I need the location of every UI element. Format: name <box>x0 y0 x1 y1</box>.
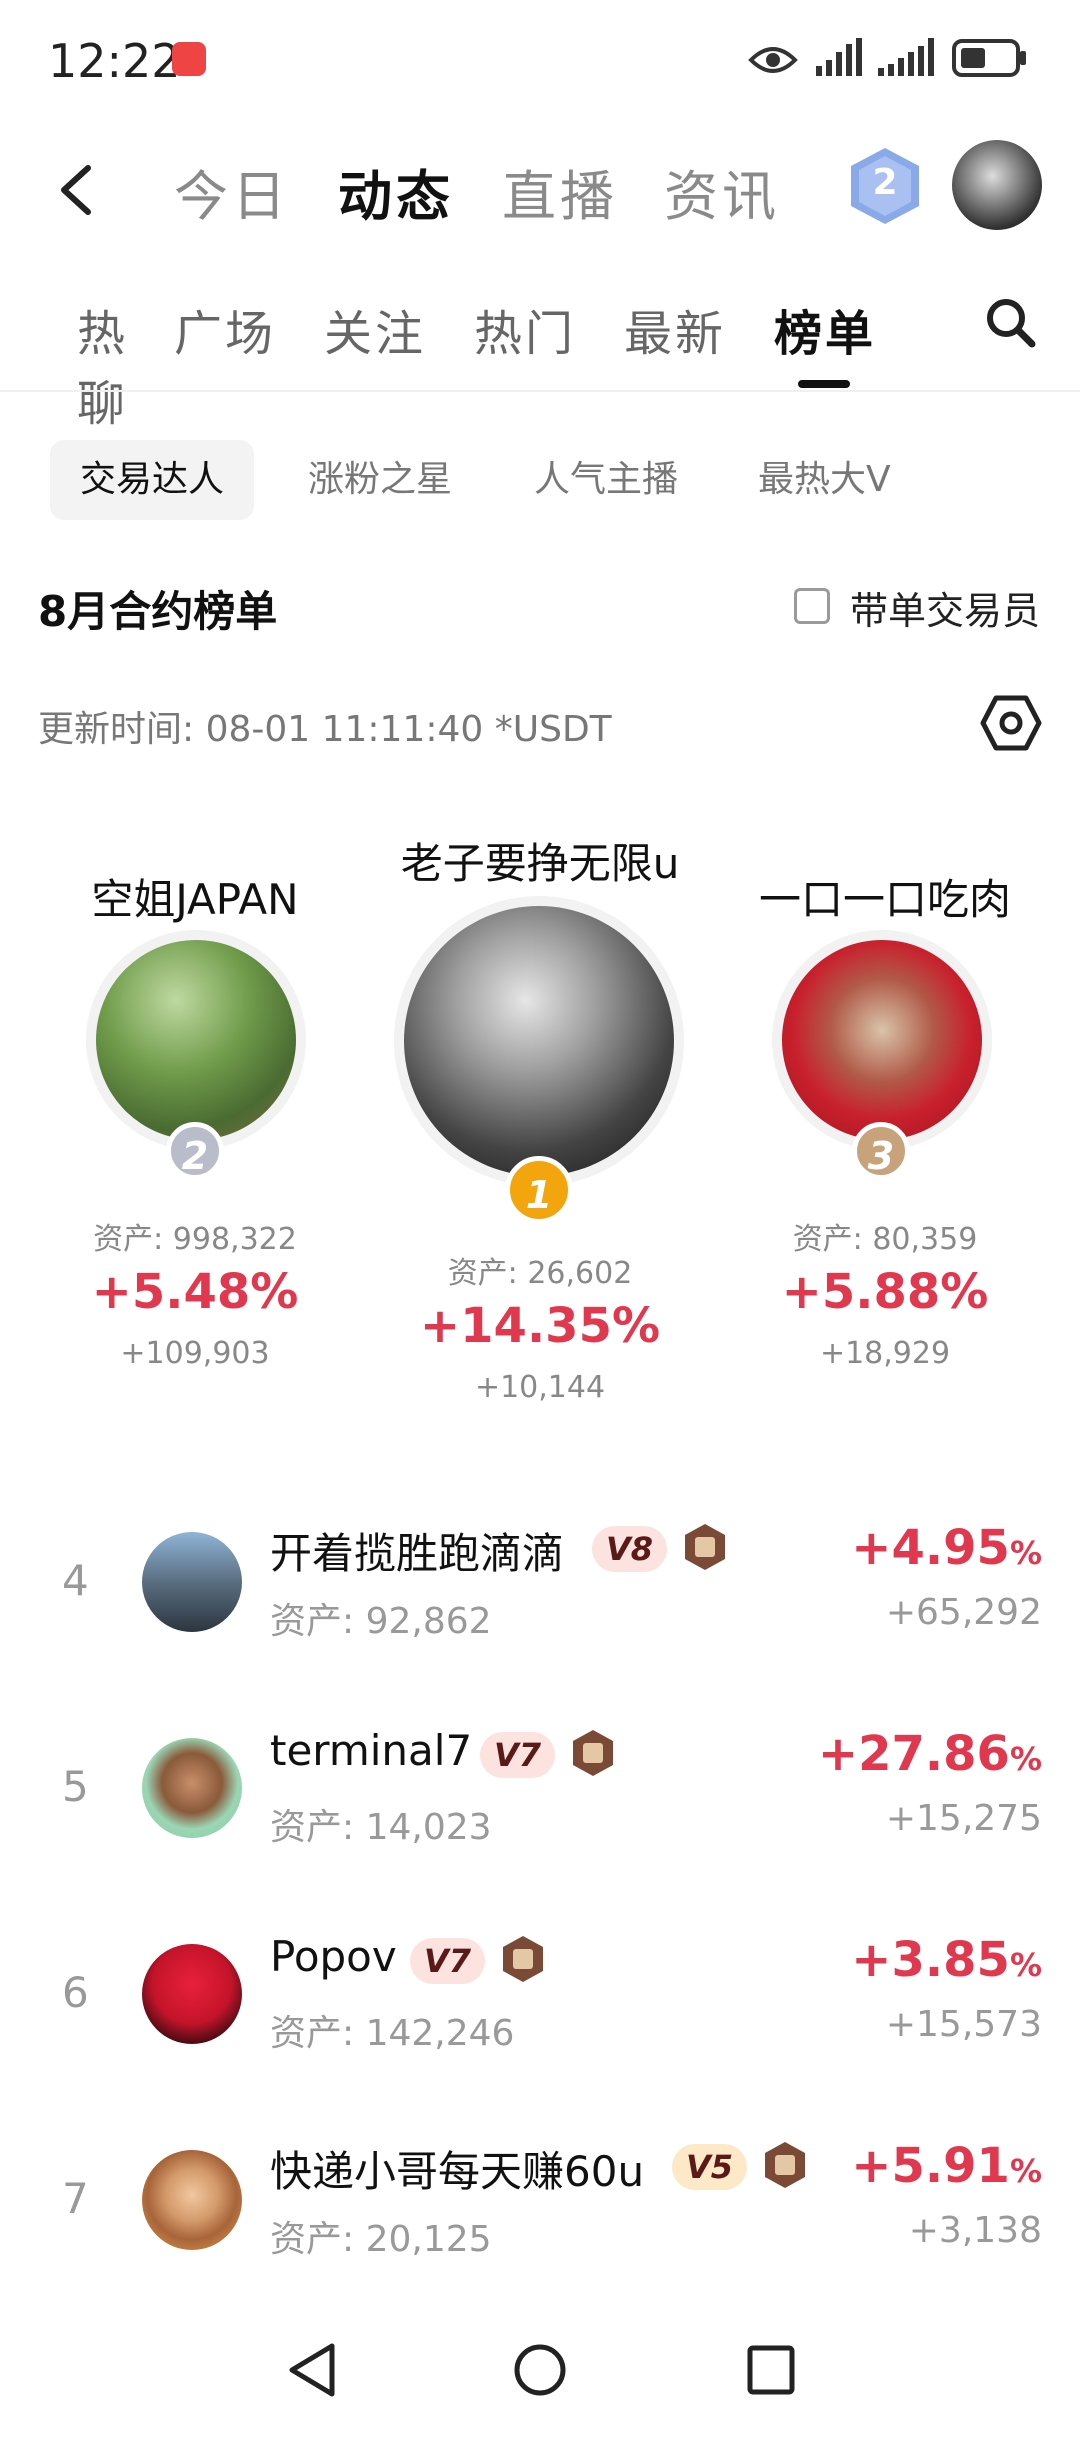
eye-icon <box>748 47 798 73</box>
app-notification-icon <box>172 42 206 76</box>
tab-today[interactable]: 今日 <box>174 152 290 231</box>
row-avatar[interactable] <box>142 1738 242 1838</box>
row-asset: 资产: 92,862 <box>270 1601 492 1642</box>
row-pct-value: +3.85 <box>851 1932 1010 1988</box>
header-divider <box>0 390 1080 392</box>
rank-1-badge: 1 <box>505 1156 573 1224</box>
row-name[interactable]: 快递小哥每天赚60u <box>270 2138 644 2199</box>
podium-1-avatar[interactable] <box>404 906 674 1176</box>
podium-3-avatar[interactable] <box>782 940 982 1140</box>
rank-3-badge: 3 <box>852 1122 910 1180</box>
back-arrow-icon[interactable] <box>54 160 100 220</box>
board-title: 8月合约榜单 <box>38 587 278 636</box>
medal-hex-icon <box>685 1524 725 1570</box>
copy-trader-checkbox[interactable] <box>794 588 830 624</box>
subtab-leaderboard[interactable]: 榜单 <box>774 294 876 364</box>
level-badge[interactable]: 2 <box>848 146 922 226</box>
signal-icon-2 <box>878 38 934 76</box>
row-pct-value: +5.91 <box>851 2138 1010 2194</box>
medal-hex-icon <box>765 2142 805 2188</box>
subtab-latest[interactable]: 最新 <box>624 294 726 364</box>
podium-2-name[interactable]: 空姐JAPAN <box>40 866 350 927</box>
row-pct-unit: % <box>1009 1740 1042 1778</box>
vip-badge: V8 <box>592 1526 668 1572</box>
row-asset: 资产: 14,023 <box>270 1807 492 1848</box>
row-rank: 6 <box>62 1968 89 2017</box>
row-rank: 5 <box>62 1762 89 1811</box>
row-name[interactable]: Popov <box>270 1932 397 1981</box>
battery-icon <box>952 39 1026 77</box>
tab-live[interactable]: 直播 <box>502 152 618 231</box>
podium-1-name[interactable]: 老子要挣无限u <box>370 830 710 891</box>
podium-2-pct: +5.48% <box>91 1264 299 1320</box>
podium-1-pnl: +10,144 <box>474 1370 606 1405</box>
subtab-follow[interactable]: 关注 <box>324 294 426 364</box>
podium-3-name[interactable]: 一口一口吃肉 <box>730 866 1040 927</box>
row-asset: 资产: 142,246 <box>270 2013 515 2054</box>
podium-3-asset: 资产: 80,359 <box>792 1222 978 1257</box>
row-avatar[interactable] <box>142 1944 242 2044</box>
copy-trader-label[interactable]: 带单交易员 <box>850 580 1040 635</box>
row-pct-unit: % <box>1009 1946 1042 1984</box>
row-pct: +4.95% <box>851 1520 1042 1576</box>
row-pnl: +3,138 <box>908 2210 1042 2251</box>
vip-badge: V7 <box>410 1938 486 1984</box>
row-pct: +5.91% <box>851 2138 1042 2194</box>
subtab-hot-chat[interactable]: 热聊 <box>40 294 128 434</box>
podium-1-pct: +14.35% <box>419 1298 661 1354</box>
row-pnl: +15,275 <box>885 1798 1042 1839</box>
vip-badge: V5 <box>672 2144 748 2190</box>
podium-3-pnl: +18,929 <box>819 1336 951 1371</box>
nav-recents-icon[interactable] <box>742 2340 798 2400</box>
row-asset: 资产: 20,125 <box>270 2219 492 2260</box>
row-pct-unit: % <box>1009 2152 1042 2190</box>
chip-rising-stars[interactable]: 涨粉之星 <box>278 440 482 520</box>
row-name[interactable]: terminal7 <box>270 1726 472 1775</box>
tab-feed[interactable]: 动态 <box>338 152 454 231</box>
podium-2-avatar[interactable] <box>96 940 296 1140</box>
search-icon[interactable] <box>984 296 1036 348</box>
level-number: 2 <box>872 162 898 203</box>
podium-2-asset: 资产: 998,322 <box>93 1222 297 1257</box>
user-avatar[interactable] <box>952 140 1042 230</box>
chip-popular-hosts[interactable]: 人气主播 <box>504 440 708 520</box>
podium-3-pct: +5.88% <box>781 1264 989 1320</box>
chip-hottest-v[interactable]: 最热大V <box>728 440 921 520</box>
rank-2-badge: 2 <box>166 1122 224 1180</box>
row-name[interactable]: 开着揽胜跑滴滴 <box>270 1520 564 1581</box>
tab-news[interactable]: 资讯 <box>664 152 780 231</box>
row-pct: +27.86% <box>818 1726 1042 1782</box>
nav-back-icon[interactable] <box>284 2340 340 2400</box>
chip-top-traders[interactable]: 交易达人 <box>50 440 255 520</box>
vip-badge: V7 <box>480 1732 556 1778</box>
update-time: 更新时间: 08-01 11:11:40 *USDT <box>38 709 612 750</box>
podium-2-pnl: +109,903 <box>120 1336 270 1371</box>
medal-hex-icon <box>573 1730 613 1776</box>
row-pnl: +15,573 <box>885 2004 1042 2045</box>
signal-icon <box>816 38 862 76</box>
active-tab-indicator <box>798 380 850 388</box>
row-pnl: +65,292 <box>885 1592 1042 1633</box>
subtab-popular[interactable]: 热门 <box>474 294 576 364</box>
subtab-square[interactable]: 广场 <box>174 294 276 364</box>
row-avatar[interactable] <box>142 2150 242 2250</box>
row-rank: 4 <box>62 1556 89 1605</box>
row-avatar[interactable] <box>142 1532 242 1632</box>
row-pct-value: +27.86 <box>817 1726 1010 1782</box>
settings-hex-icon[interactable] <box>980 694 1042 752</box>
medal-hex-icon <box>503 1936 543 1982</box>
podium-1-asset: 资产: 26,602 <box>447 1256 633 1291</box>
row-pct-unit: % <box>1009 1534 1042 1572</box>
status-bar: 12:22 <box>0 0 1080 120</box>
nav-home-icon[interactable] <box>512 2340 568 2400</box>
status-time: 12:22 <box>48 34 181 88</box>
row-pct-value: +4.95 <box>851 1520 1010 1576</box>
row-pct: +3.85% <box>851 1932 1042 1988</box>
row-rank: 7 <box>62 2174 89 2223</box>
